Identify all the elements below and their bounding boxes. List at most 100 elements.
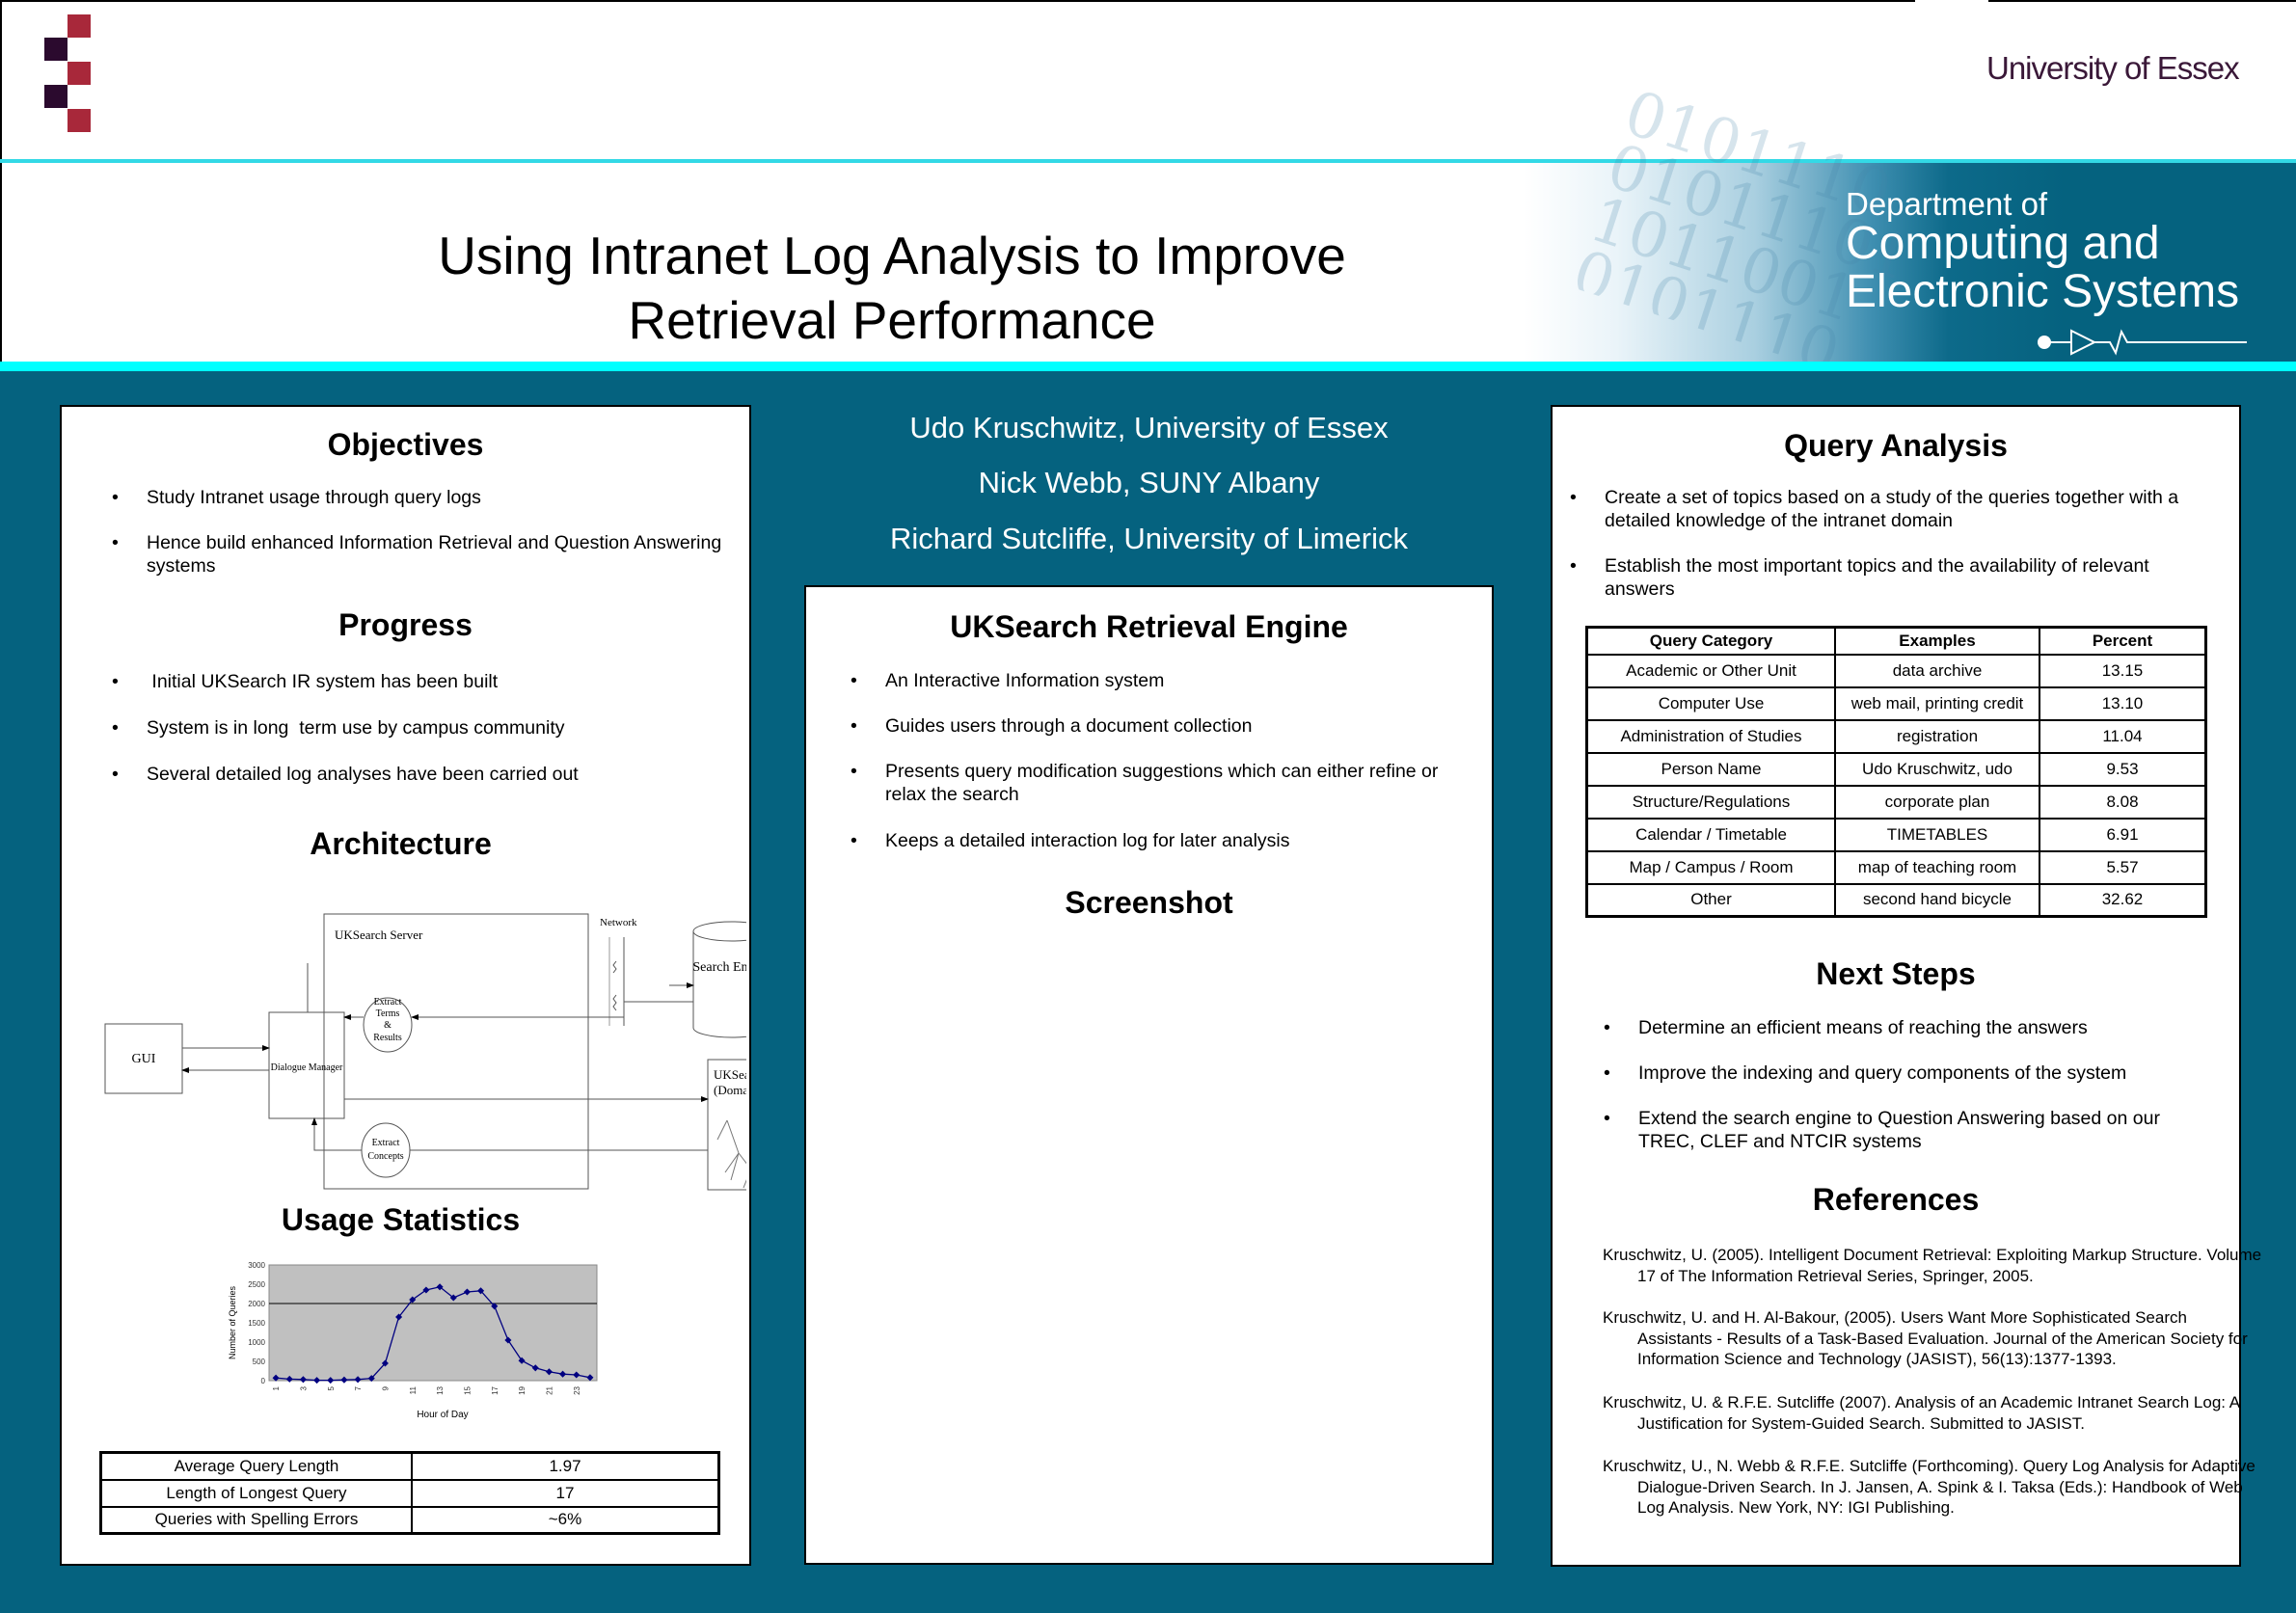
bullet-icon: • bbox=[112, 671, 119, 692]
right-panel: Query Analysis • Create a set of topics b… bbox=[1551, 405, 2261, 1567]
table-row: Administration of Studies registration 11.… bbox=[1585, 718, 2207, 754]
list-item: • Establish the most important topics and… bbox=[1570, 555, 2149, 600]
extract-concepts-label: Extract bbox=[372, 1138, 400, 1148]
search-engine-label: Search Engine bbox=[692, 960, 746, 975]
category-cell: Person Name bbox=[1585, 751, 1836, 787]
logo-square bbox=[68, 14, 91, 38]
author-3: Richard Sutcliffe, University of Limeric… bbox=[890, 522, 1408, 555]
next-steps-heading: Next Steps bbox=[1816, 956, 1976, 991]
percent-cell: 9.53 bbox=[2039, 751, 2207, 787]
stat-label: Length of Longest Query bbox=[99, 1478, 413, 1508]
university-name: University of Essex bbox=[1986, 50, 2240, 86]
stat-value: 17 bbox=[411, 1478, 720, 1508]
x-tick-label: 3 bbox=[299, 1385, 308, 1390]
y-tick-label: 2500 bbox=[248, 1280, 265, 1289]
header-top-border bbox=[0, 0, 1915, 2]
column-header: Percent bbox=[2039, 626, 2207, 656]
screenshot-heading: Screenshot bbox=[1065, 885, 1233, 920]
example-cell: registration bbox=[1834, 718, 2040, 754]
x-tick-label: 21 bbox=[545, 1385, 554, 1394]
references-heading: References bbox=[1812, 1182, 1980, 1217]
poster-title: Using Intranet Log Analysis to Improve R… bbox=[289, 224, 1495, 353]
left-panel: Objectives • Study Intranet usage through… bbox=[60, 405, 751, 1566]
bullet-icon: • bbox=[851, 761, 857, 782]
y-tick-label: 3000 bbox=[248, 1261, 265, 1270]
table-row: Structure/Regulations corporate plan 8.08 bbox=[1585, 784, 2207, 820]
chart-ylabel: Number of Queries bbox=[228, 1285, 237, 1359]
y-tick-label: 1000 bbox=[248, 1338, 265, 1347]
bullet-icon: • bbox=[851, 670, 857, 691]
percent-cell: 13.15 bbox=[2039, 653, 2207, 688]
list-item: • Improve the indexing and query componen… bbox=[1604, 1062, 2127, 1084]
bullet-icon: • bbox=[1604, 1108, 1610, 1129]
search-engine-cylinder-icon bbox=[692, 921, 746, 1038]
x-tick-label: 9 bbox=[381, 1385, 390, 1390]
usage-chart: 0500100015002000250030001 3 5 7 9 11 13 15 17 19 2… bbox=[228, 1261, 598, 1419]
percent-cell: 11.04 bbox=[2039, 718, 2207, 754]
author-2: Nick Webb, SUNY Albany bbox=[978, 466, 1320, 499]
x-tick-label: 5 bbox=[327, 1385, 336, 1390]
reference-item: Kruschwitz, U. & R.F.E. Sutcliffe (2007)… bbox=[1603, 1393, 2240, 1433]
table-row: Person Name Udo Kruschwitz, udo 9.53 bbox=[1585, 751, 2207, 787]
stat-label: Average Query Length bbox=[99, 1451, 413, 1481]
logo-square bbox=[68, 62, 91, 85]
percent-cell: 32.62 bbox=[2039, 882, 2207, 918]
list-item: • Presents query modification suggestions… bbox=[851, 761, 1439, 805]
extract-concepts-node bbox=[361, 1122, 411, 1178]
department-name-line-2: Electronic Systems bbox=[1846, 266, 2240, 317]
usage-statistics-heading: Usage Statistics bbox=[281, 1202, 521, 1237]
department-name: Computing and Electronic Systems bbox=[1846, 220, 2239, 316]
example-cell: TIMETABLES bbox=[1834, 817, 2040, 852]
backend-label: UKSearch Backend bbox=[714, 1067, 746, 1082]
table-row: Queries with Spelling Errors ~6% bbox=[99, 1505, 720, 1535]
percent-cell: 13.10 bbox=[2039, 686, 2207, 721]
query-analysis-heading: Query Analysis bbox=[1784, 428, 2008, 463]
bullet-icon: • bbox=[851, 715, 857, 737]
stat-label: Queries with Spelling Errors bbox=[99, 1505, 413, 1535]
bullet-icon: • bbox=[112, 764, 119, 785]
gui-label: GUI bbox=[132, 1052, 156, 1066]
dialogue-manager-label: Dialogue Manager bbox=[271, 1062, 343, 1073]
x-tick-label: 1 bbox=[272, 1385, 281, 1390]
middle-panel: UKSearch Retrieval Engine • An Interactiv… bbox=[804, 585, 1494, 1565]
extract-terms-label: & bbox=[384, 1020, 392, 1031]
reference-item: Kruschwitz, U. (2005). Intelligent Docum… bbox=[1603, 1246, 2262, 1285]
category-cell: Computer Use bbox=[1585, 686, 1836, 721]
table-row: Length of Longest Query 17 bbox=[99, 1478, 720, 1508]
list-item: • Create a set of topics based on a study… bbox=[1570, 487, 2179, 531]
architecture-diagram: UKSearch Server Network Search Engine GU… bbox=[104, 913, 746, 1191]
example-cell: second hand bicycle bbox=[1834, 882, 2040, 918]
usage-stats-table: Average Query Length 1.97 Length of Longes… bbox=[99, 1451, 720, 1535]
department-name-line-1: Computing and bbox=[1846, 218, 2160, 269]
domain-tree-icon bbox=[716, 1119, 746, 1189]
chart-xlabel: Hour of Day bbox=[417, 1410, 468, 1419]
network-label: Network bbox=[600, 917, 637, 928]
reference-item: Kruschwitz, U., N. Webb & R.F.E. Sutclif… bbox=[1603, 1457, 2255, 1517]
percent-cell: 6.91 bbox=[2039, 817, 2207, 852]
table-row: Academic or Other Unit data archive 13.15 bbox=[1585, 653, 2207, 688]
header-top-band bbox=[0, 0, 2296, 159]
bullet-icon: • bbox=[1570, 555, 1577, 577]
reference-item: Kruschwitz, U. and H. Al-Bakour, (2005).… bbox=[1603, 1308, 2248, 1368]
list-item: • Extend the search engine to Question An… bbox=[1604, 1108, 2160, 1152]
bullet-icon: • bbox=[1604, 1017, 1610, 1038]
category-cell: Map / Campus / Room bbox=[1585, 849, 1836, 885]
list-item: • System is in long term use by campus co… bbox=[112, 717, 565, 739]
y-tick-label: 0 bbox=[261, 1377, 266, 1385]
bullet-icon: • bbox=[112, 717, 119, 739]
header-bottom-divider bbox=[0, 362, 2296, 371]
table-row: Computer Use web mail, printing credit 13.… bbox=[1585, 686, 2207, 721]
y-tick-label: 500 bbox=[253, 1358, 266, 1366]
extract-concepts-label: Concepts bbox=[367, 1151, 403, 1162]
table-row: Average Query Length 1.97 bbox=[99, 1451, 720, 1481]
x-tick-label: 17 bbox=[491, 1385, 500, 1394]
extract-terms-label: Results bbox=[373, 1033, 402, 1043]
x-tick-label: 23 bbox=[573, 1385, 581, 1394]
bullet-icon: • bbox=[112, 487, 119, 508]
example-cell: corporate plan bbox=[1834, 784, 2040, 820]
objectives-heading: Objectives bbox=[327, 427, 484, 462]
title-line-2: Retrieval Performance bbox=[628, 290, 1156, 350]
bullet-icon: • bbox=[1604, 1062, 1610, 1084]
list-item: • Initial UKSearch IR system has been bu… bbox=[112, 671, 499, 692]
list-item: • Keeps a detailed interaction log for la… bbox=[851, 830, 1290, 851]
